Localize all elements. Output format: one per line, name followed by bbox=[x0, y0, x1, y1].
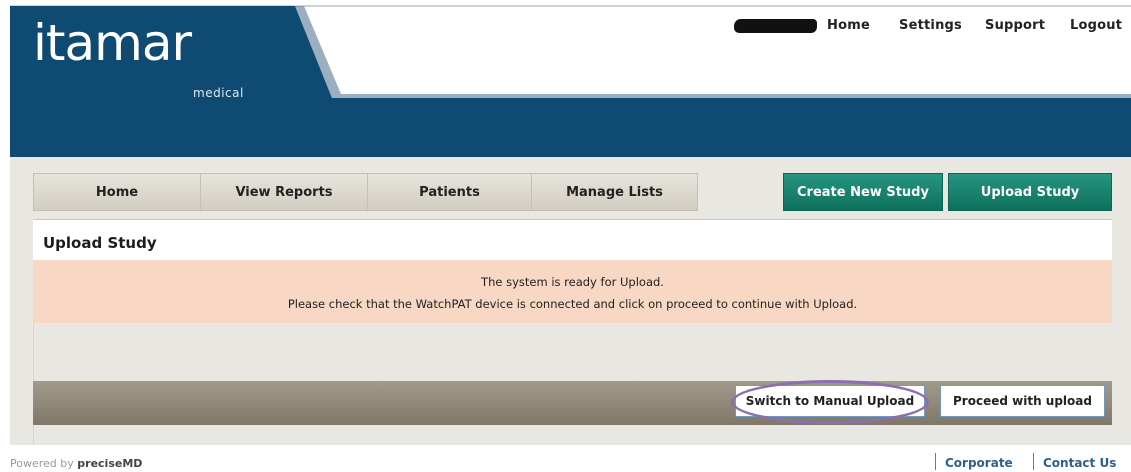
switch-to-manual-upload-button[interactable]: Switch to Manual Upload bbox=[735, 385, 925, 417]
nav-logout-link[interactable]: Logout bbox=[1070, 18, 1122, 33]
status-message-box bbox=[33, 260, 1112, 323]
nav-support-link[interactable]: Support bbox=[985, 18, 1045, 33]
powered-by-brand[interactable]: preciseMD bbox=[77, 457, 142, 470]
tab-home[interactable]: Home bbox=[33, 173, 201, 211]
proceed-with-upload-button[interactable]: Proceed with upload bbox=[940, 385, 1105, 417]
status-message-line1: The system is ready for Upload. bbox=[481, 275, 664, 289]
logo[interactable]: itamar bbox=[33, 18, 192, 68]
nav-home-link[interactable]: Home bbox=[827, 18, 870, 33]
create-new-study-button[interactable]: Create New Study bbox=[783, 173, 943, 211]
logo-subtitle: medical bbox=[193, 86, 244, 100]
powered-by-prefix: Powered by bbox=[10, 457, 78, 470]
tab-manage-lists[interactable]: Manage Lists bbox=[531, 173, 698, 211]
tab-view-reports[interactable]: View Reports bbox=[200, 173, 368, 211]
tab-patients[interactable]: Patients bbox=[367, 173, 532, 211]
footer-link-corporate[interactable]: Corporate bbox=[945, 456, 1013, 470]
footer-separator bbox=[1033, 453, 1034, 470]
nav-settings-link[interactable]: Settings bbox=[899, 18, 962, 33]
status-message-line2: Please check that the WatchPAT device is… bbox=[287, 297, 858, 311]
username-redacted bbox=[734, 19, 817, 33]
panel-title: Upload Study bbox=[43, 234, 157, 252]
upload-study-button[interactable]: Upload Study bbox=[948, 173, 1112, 211]
powered-by: Powered by preciseMD bbox=[10, 457, 142, 470]
panel-header bbox=[33, 220, 1112, 260]
footer-separator bbox=[935, 453, 936, 470]
footer-link-contact-us[interactable]: Contact Us bbox=[1043, 456, 1116, 470]
